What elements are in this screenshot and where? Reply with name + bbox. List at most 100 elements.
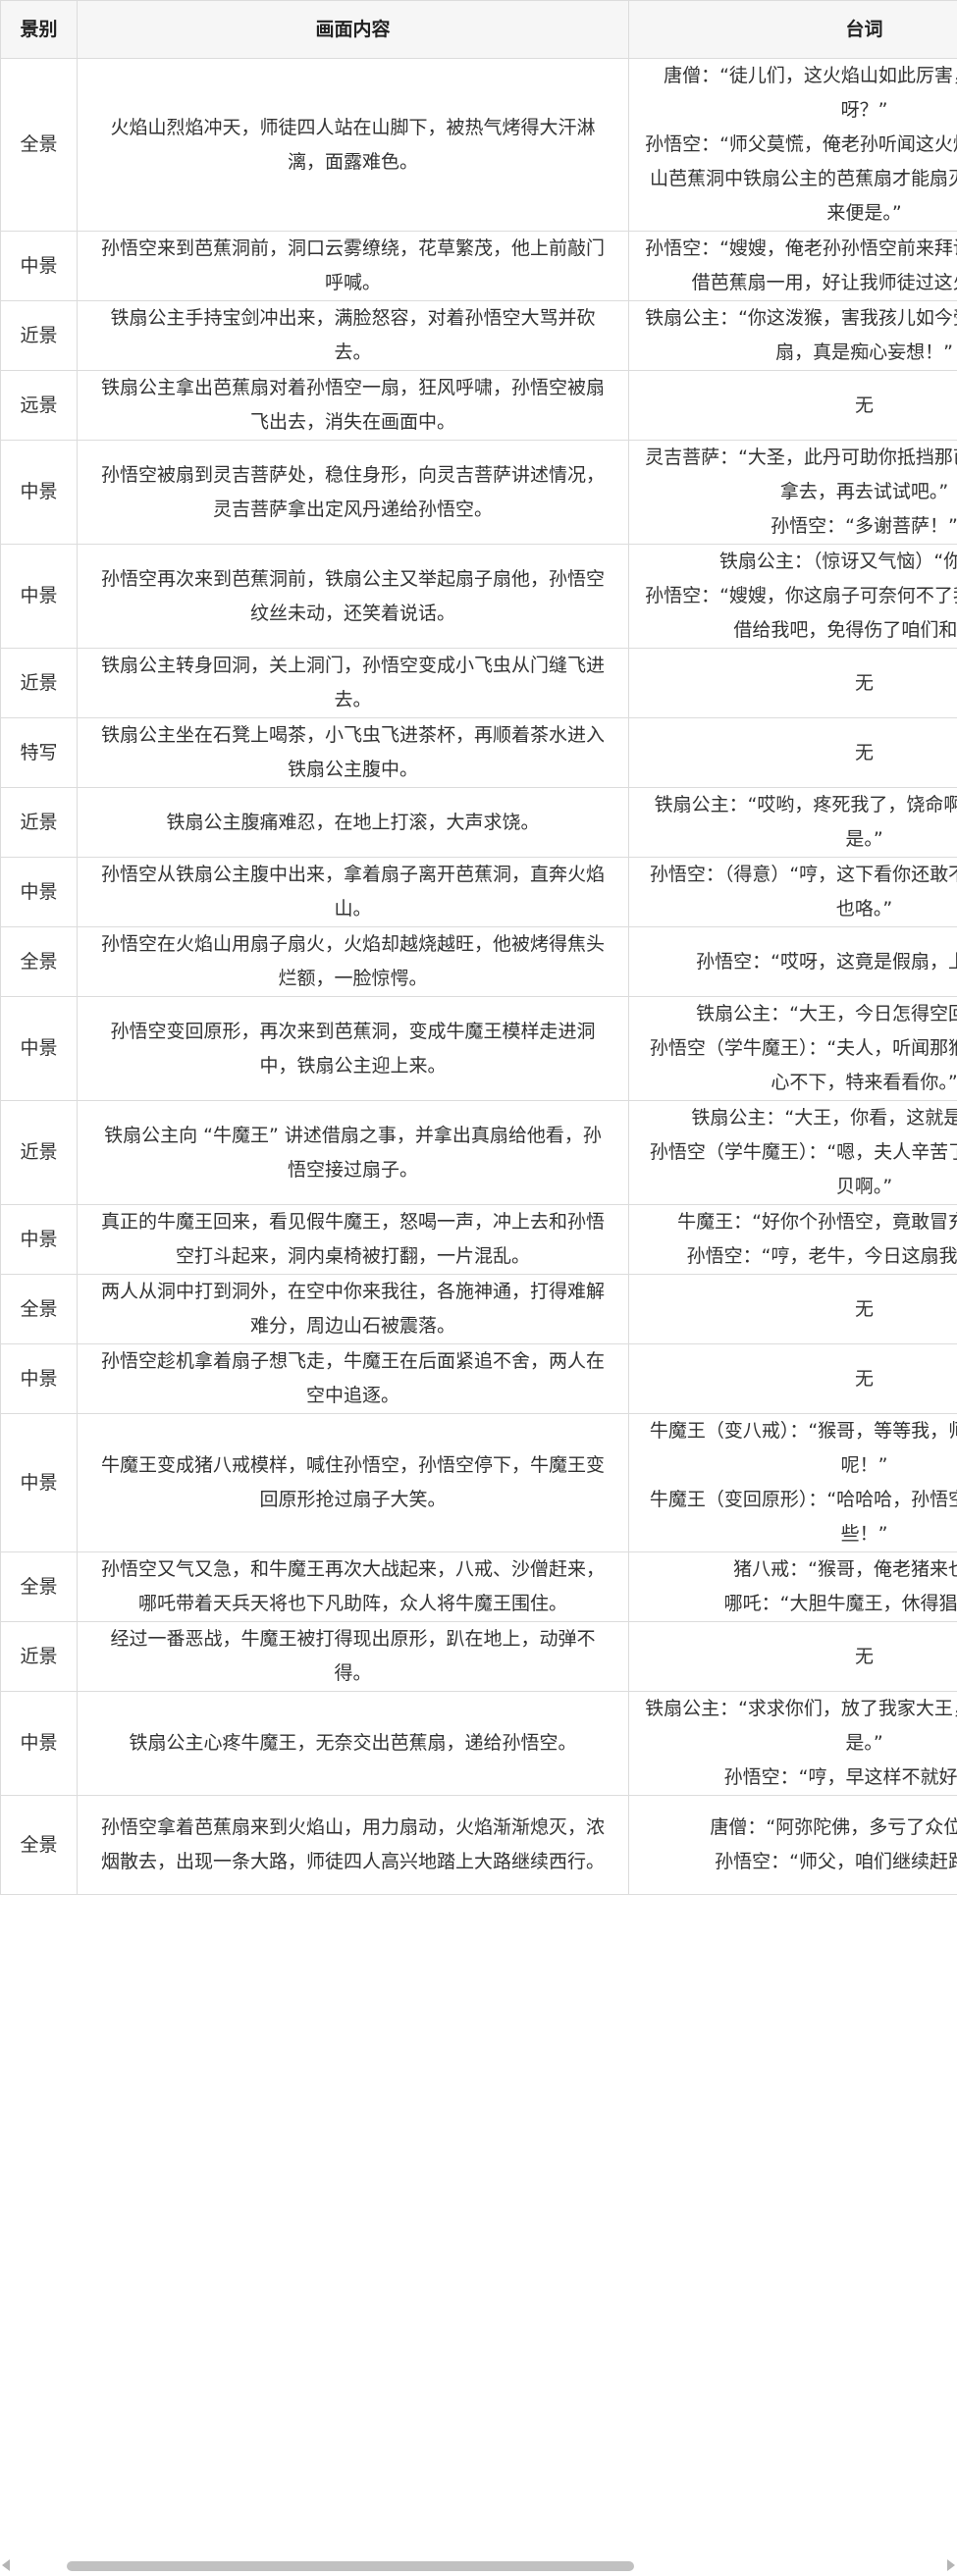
dialog-cell: 孙悟空：（得意）“哼，这下看你还敢不借，俺老孙去也咯。” — [628, 857, 957, 927]
dialog-line: 铁扇公主：“求求你们，放了我家大王，扇子给你们便是。” — [645, 1698, 957, 1754]
shot-type-cell: 中景 — [0, 857, 78, 927]
scene-content-cell: 孙悟空又气又急，和牛魔王再次大战起来，八戒、沙僧赶来，哪吒带着天兵天将也下凡助阵… — [77, 1551, 629, 1622]
dialog-line: 孙悟空：“嫂嫂，俺老孙孙悟空前来拜访，行个方便，借芭蕉扇一用，好让我师徒过这火焰… — [645, 237, 957, 293]
table-row: 近景 铁扇公主手持宝剑冲出来，满脸怒容，对着孙悟空大骂并砍去。 铁扇公主：“你这泼猴… — [0, 300, 957, 371]
dialog-line: 孙悟空：“哎呀，这竟是假扇，上当了！” — [696, 950, 957, 973]
scene-content-cell: 孙悟空来到芭蕉洞前，洞口云雾缭绕，花草繁茂，他上前敲门呼喊。 — [77, 231, 629, 301]
shot-type-cell: 中景 — [0, 1691, 78, 1796]
table-body: 全景 火焰山烈焰冲天，师徒四人站在山脚下，被热气烤得大汗淋漓，面露难色。 唐僧：“徒… — [0, 58, 957, 1895]
dialog-line: 哪吒：“大胆牛魔王，休得猖狂！” — [723, 1593, 957, 1614]
header-dialog: 台词 — [628, 0, 957, 59]
dialog-line: 铁扇公主：（惊讶又气恼）“你……” — [718, 551, 957, 572]
table-row: 中景 铁扇公主心疼牛魔王，无奈交出芭蕉扇，递给孙悟空。 铁扇公主：“求求你们，放了我… — [0, 1691, 957, 1796]
dialog-cell: 灵吉菩萨：“大圣，此丹可助你抵挡那芭蕉扇的风力，拿去，再去试试吧。” 孙悟空：“多… — [628, 440, 957, 545]
header-content: 画面内容 — [77, 0, 629, 59]
scroll-left-icon[interactable] — [2, 2559, 10, 2571]
dialog-line: 牛魔王（变八戒）：“猴哥，等等我，师父让我来帮你呢！” — [649, 1420, 957, 1476]
horizontal-scrollbar[interactable] — [0, 2553, 957, 2576]
table-row: 近景铁扇公主腹痛难忍，在地上打滚，大声求饶。铁扇公主：“哎哟，疼死我了，饶命啊，… — [0, 787, 957, 858]
dialog-line: 牛魔王（变回原形）：“哈哈哈，孙悟空，你还是嫩了些！” — [649, 1489, 957, 1545]
document-viewport: 景别 画面内容 台词 全景 火焰山烈焰冲天，师徒四人站在山脚下，被热气烤得大汗淋漓… — [0, 0, 957, 2576]
dialog-cell: 无 — [628, 1621, 957, 1692]
dialog-line: 孙悟空（学牛魔王）：“嗯，夫人辛苦了，这可是个宝贝啊。” — [649, 1141, 957, 1197]
scene-content-cell: 两人从洞中打到洞外，在空中你来我往，各施神通，打得难解难分，周边山石被震落。 — [77, 1274, 629, 1344]
table-row: 近景 经过一番恶战，牛魔王被打得现出原形，趴在地上，动弹不得。 无 — [0, 1621, 957, 1692]
dialog-line: 孙悟空：“嫂嫂，你这扇子可奈何不了我了，快把扇子借给我吧，免得伤了咱们和气。” — [645, 585, 957, 641]
table-row: 中景 孙悟空被扇到灵吉菩萨处，稳住身形，向灵吉菩萨讲述情况，灵吉菩萨拿出定风丹递给… — [0, 440, 957, 545]
table-row: 全景 两人从洞中打到洞外，在空中你来我往，各施神通，打得难解难分，周边山石被震落。… — [0, 1274, 957, 1344]
table-row: 全景 火焰山烈焰冲天，师徒四人站在山脚下，被热气烤得大汗淋漓，面露难色。 唐僧：“徒… — [0, 58, 957, 232]
table-row: 近景 铁扇公主向 “牛魔王” 讲述借扇之事，并拿出真扇给他看，孙悟空接过扇子。 铁扇… — [0, 1100, 957, 1205]
table-row: 远景 铁扇公主拿出芭蕉扇对着孙悟空一扇，狂风呼啸，孙悟空被扇飞出去，消失在画面中。… — [0, 370, 957, 441]
scene-content-cell: 铁扇公主心疼牛魔王，无奈交出芭蕉扇，递给孙悟空。 — [77, 1691, 629, 1796]
shot-type-cell: 近景 — [0, 787, 78, 858]
shot-type-cell: 特写 — [0, 717, 78, 788]
scene-content-cell: 火焰山烈焰冲天，师徒四人站在山脚下，被热气烤得大汗淋漓，面露难色。 — [77, 58, 629, 232]
table-row: 全景 孙悟空拿着芭蕉扇来到火焰山，用力扇动，火焰渐渐熄灭，浓烟散去，出现一条大路，… — [0, 1795, 957, 1895]
shot-type-cell: 中景 — [0, 1343, 78, 1414]
table-row: 中景 孙悟空从铁扇公主腹中出来，拿着扇子离开芭蕉洞，直奔火焰山。 孙悟空：（得意）“… — [0, 857, 957, 927]
scene-content-cell: 孙悟空在火焰山用扇子扇火，火焰却越烧越旺，他被烤得焦头烂额，一脸惊愕。 — [77, 926, 629, 997]
dialog-line: 孙悟空：“师父莫慌，俺老孙听闻这火焰山可用那翠云山芭蕉洞中铁扇公主的芭蕉扇才能扇… — [645, 133, 957, 224]
scroll-right-icon[interactable] — [947, 2559, 955, 2571]
dialog-cell: 无 — [628, 370, 957, 441]
scene-content-cell: 铁扇公主坐在石凳上喝茶，小飞虫飞进茶杯，再顺着茶水进入铁扇公主腹中。 — [77, 717, 629, 788]
shot-type-cell: 中景 — [0, 231, 78, 301]
dialog-cell: 铁扇公主：“大王，今日怎得空回来了？” 孙悟空（学牛魔王）：“夫人，听闻那猴子来借… — [628, 996, 957, 1101]
table-row: 中景 孙悟空趁机拿着扇子想飞走，牛魔王在后面紧追不舍，两人在空中追逐。 无 — [0, 1343, 957, 1414]
scene-content-cell: 孙悟空拿着芭蕉扇来到火焰山，用力扇动，火焰渐渐熄灭，浓烟散去，出现一条大路，师徒… — [77, 1795, 629, 1895]
scene-content-cell: 铁扇公主腹痛难忍，在地上打滚，大声求饶。 — [77, 787, 629, 858]
scene-content-cell: 真正的牛魔王回来，看见假牛魔王，怒喝一声，冲上去和孙悟空打斗起来，洞内桌椅被打翻… — [77, 1204, 629, 1275]
shot-type-cell: 全景 — [0, 58, 78, 232]
dialog-line: 猪八戒：“猴哥，俺老猪来也！” — [733, 1558, 957, 1580]
dialog-cell: 铁扇公主：“求求你们，放了我家大王，扇子给你们便是。” 孙悟空：“哼，早这样不就好… — [628, 1691, 957, 1796]
shot-type-cell: 中景 — [0, 1204, 78, 1275]
dialog-line: 无 — [854, 1367, 874, 1390]
shot-type-cell: 全景 — [0, 1551, 78, 1622]
dialog-cell: 孙悟空：“嫂嫂，俺老孙孙悟空前来拜访，行个方便，借芭蕉扇一用，好让我师徒过这火焰… — [628, 231, 957, 301]
scene-content-cell: 经过一番恶战，牛魔王被打得现出原形，趴在地上，动弹不得。 — [77, 1621, 629, 1692]
dialog-cell: 唐僧：“阿弥陀佛，多亏了众位相助。” 孙悟空：“师父，咱们继续赶路吧！” — [628, 1795, 957, 1895]
header-shot: 景别 — [0, 0, 78, 59]
table-row: 全景 孙悟空在火焰山用扇子扇火，火焰却越烧越旺，他被烤得焦头烂额，一脸惊愕。 孙悟空… — [0, 926, 957, 997]
table-row: 中景 真正的牛魔王回来，看见假牛魔王，怒喝一声，冲上去和孙悟空打斗起来，洞内桌椅被… — [0, 1204, 957, 1275]
dialog-line: 铁扇公主：“你这泼猴，害我孩儿如今受苦，还敢来借扇，真是痴心妄想！” — [645, 307, 957, 363]
dialog-line: 铁扇公主：“大王，今日怎得空回来了？” — [696, 1003, 957, 1025]
dialog-line: 无 — [854, 1645, 874, 1667]
dialog-line: 无 — [854, 671, 874, 694]
shot-type-cell: 中景 — [0, 996, 78, 1101]
shot-type-cell: 近景 — [0, 1100, 78, 1205]
scene-content-cell: 孙悟空变回原形，再次来到芭蕉洞，变成牛魔王模样走进洞中，铁扇公主迎上来。 — [77, 996, 629, 1101]
dialog-cell: 铁扇公主：“你这泼猴，害我孩儿如今受苦，还敢来借扇，真是痴心妄想！” — [628, 300, 957, 371]
table-row: 中景 孙悟空变回原形，再次来到芭蕉洞，变成牛魔王模样走进洞中，铁扇公主迎上来。 铁扇… — [0, 996, 957, 1101]
table-row: 中景 孙悟空来到芭蕉洞前，洞口云雾缭绕，花草繁茂，他上前敲门呼喊。 孙悟空：“嫂嫂，… — [0, 231, 957, 301]
scrollbar-thumb[interactable] — [67, 2561, 634, 2571]
dialog-line: 灵吉菩萨：“大圣，此丹可助你抵挡那芭蕉扇的风力，拿去，再去试试吧。” — [645, 447, 957, 502]
dialog-cell: 孙悟空：“哎呀，这竟是假扇，上当了！” — [628, 926, 957, 997]
table-row: 近景 铁扇公主转身回洞，关上洞门，孙悟空变成小飞虫从门缝飞进去。 无 — [0, 648, 957, 718]
dialog-line: 无 — [854, 394, 874, 416]
scene-content-cell: 孙悟空从铁扇公主腹中出来，拿着扇子离开芭蕉洞，直奔火焰山。 — [77, 857, 629, 927]
dialog-cell: 铁扇公主：“哎哟，疼死我了，饶命啊，扇子借你便是。” — [628, 787, 957, 858]
shot-type-cell: 中景 — [0, 440, 78, 545]
table-row: 中景 牛魔王变成猪八戒模样，喊住孙悟空，孙悟空停下，牛魔王变回原形抢过扇子大笑。牛… — [0, 1413, 957, 1552]
dialog-line: 孙悟空：“哼，早这样不就好了！” — [723, 1766, 957, 1788]
dialog-cell: 铁扇公主：“大王，你看，这就是真扇了。” 孙悟空（学牛魔王）：“嗯，夫人辛苦了，这… — [628, 1100, 957, 1205]
shot-type-cell: 全景 — [0, 1274, 78, 1344]
table-row: 特写 铁扇公主坐在石凳上喝茶，小飞虫飞进茶杯，再顺着茶水进入铁扇公主腹中。 无 — [0, 717, 957, 788]
shot-type-cell: 中景 — [0, 1413, 78, 1552]
shot-type-cell: 远景 — [0, 370, 78, 441]
dialog-cell: 无 — [628, 648, 957, 718]
dialog-line: 无 — [854, 1297, 874, 1320]
dialog-line: 唐僧：“徒儿们，这火焰山如此厉害，该如何是好呀？” — [664, 65, 957, 121]
shot-type-cell: 近景 — [0, 300, 78, 371]
scene-content-cell: 牛魔王变成猪八戒模样，喊住孙悟空，孙悟空停下，牛魔王变回原形抢过扇子大笑。 — [77, 1413, 629, 1552]
storyboard-table: 景别 画面内容 台词 全景 火焰山烈焰冲天，师徒四人站在山脚下，被热气烤得大汗淋漓… — [0, 0, 957, 1895]
scene-content-cell: 铁扇公主转身回洞，关上洞门，孙悟空变成小飞虫从门缝飞进去。 — [77, 648, 629, 718]
dialog-line: 牛魔王：“好你个孙悟空，竟敢冒充俺老牛！” — [677, 1211, 957, 1233]
scene-content-cell: 孙悟空趁机拿着扇子想飞走，牛魔王在后面紧追不舍，两人在空中追逐。 — [77, 1343, 629, 1414]
dialog-cell: 无 — [628, 717, 957, 788]
scene-content-cell: 铁扇公主手持宝剑冲出来，满脸怒容，对着孙悟空大骂并砍去。 — [77, 300, 629, 371]
dialog-cell: 猪八戒：“猴哥，俺老猪来也！” 哪吒：“大胆牛魔王，休得猖狂！” — [628, 1551, 957, 1622]
scene-content-cell: 孙悟空再次来到芭蕉洞前，铁扇公主又举起扇子扇他，孙悟空纹丝未动，还笑着说话。 — [77, 544, 629, 649]
